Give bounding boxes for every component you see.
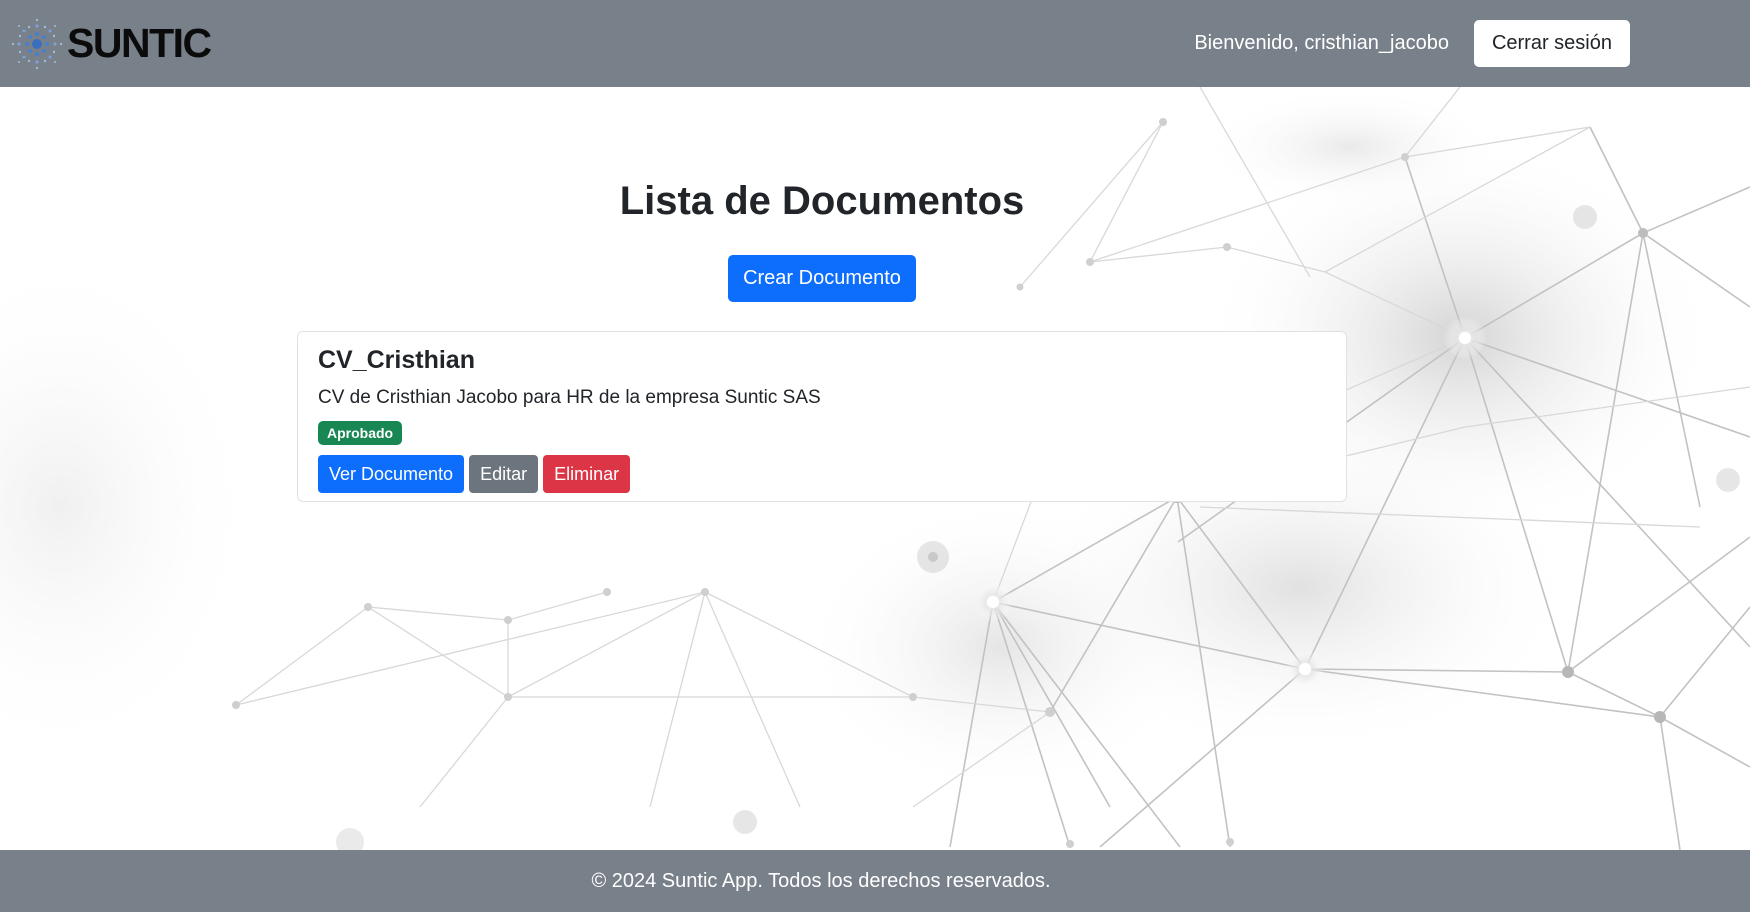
- logout-button[interactable]: Cerrar sesión: [1473, 20, 1630, 67]
- suntic-logo-icon: [12, 18, 62, 69]
- main-content: Lista de Documentos Crear Documento CV_C…: [0, 87, 1750, 850]
- status-badge: Aprobado: [318, 421, 403, 445]
- document-card: CV_Cristhian CV de Cristhian Jacobo para…: [297, 331, 1347, 502]
- document-title: CV_Cristhian: [318, 346, 475, 374]
- footer: © 2024 Suntic App. Todos los derechos re…: [0, 850, 1750, 912]
- page-title: Lista de Documentos: [619, 179, 1025, 223]
- document-actions: Ver Documento Editar Eliminar: [318, 455, 1326, 493]
- view-document-button[interactable]: Ver Documento: [318, 455, 465, 493]
- edit-document-button[interactable]: Editar: [469, 455, 539, 493]
- brand[interactable]: SUNTIC: [11, 18, 212, 70]
- welcome-text: Bienvenido, cristhian_jacobo: [1194, 32, 1449, 54]
- delete-document-button[interactable]: Eliminar: [543, 455, 631, 493]
- nav-right: Bienvenido, cristhian_jacobo Cerrar sesi…: [1194, 20, 1630, 67]
- app-root: SUNTIC Bienvenido, cristhian_jacobo Cerr…: [0, 0, 1750, 912]
- create-document-button[interactable]: Crear Documento: [728, 255, 916, 302]
- navbar: SUNTIC Bienvenido, cristhian_jacobo Cerr…: [0, 0, 1750, 87]
- brand-name: SUNTIC: [67, 20, 212, 66]
- footer-text: © 2024 Suntic App. Todos los derechos re…: [591, 869, 1051, 892]
- document-description: CV de Cristhian Jacobo para HR de la emp…: [318, 387, 821, 408]
